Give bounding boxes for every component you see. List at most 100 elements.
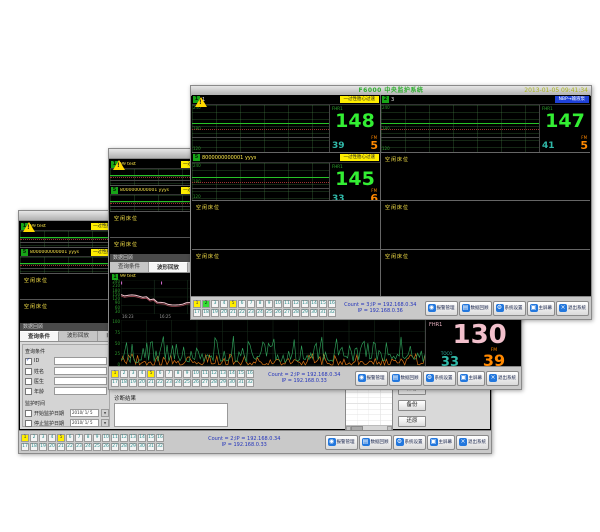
bed-cell-5[interactable]: 5 bbox=[229, 300, 237, 308]
toolbar-button-alarm[interactable]: ◉报警管理 bbox=[325, 435, 358, 450]
bed-cell-10[interactable]: 10 bbox=[192, 370, 200, 378]
bed-cell-8[interactable]: 8 bbox=[256, 300, 264, 308]
toolbar-button-alarm[interactable]: ◉报警管理 bbox=[355, 371, 388, 386]
bed-cell-23[interactable]: 23 bbox=[75, 443, 83, 451]
alarm-chip[interactable]: 一过性胎心过速 bbox=[340, 154, 380, 161]
bed-cell-28[interactable]: 28 bbox=[210, 379, 218, 387]
toolbar-button-review[interactable]: ▤数据回顾 bbox=[459, 301, 492, 316]
bed-cell-15[interactable]: 15 bbox=[319, 300, 327, 308]
bed-cell-10[interactable]: 10 bbox=[274, 300, 282, 308]
bed-cell-17[interactable]: 17 bbox=[21, 443, 29, 451]
bed-cell-6[interactable]: 6 bbox=[156, 370, 164, 378]
alarm-chip[interactable]: 一过性胎心过速 bbox=[340, 96, 380, 103]
bed-cell-3[interactable]: 3 bbox=[129, 370, 137, 378]
age-checkbox[interactable] bbox=[25, 388, 32, 395]
bed-cell-30[interactable]: 30 bbox=[228, 379, 236, 387]
toolbar-button-exit[interactable]: ×退出系统 bbox=[456, 435, 489, 450]
bed-cell-27[interactable]: 27 bbox=[283, 309, 291, 317]
bed-cell-13[interactable]: 13 bbox=[301, 300, 309, 308]
tab-waveform-playback[interactable]: 波形回放 bbox=[149, 262, 188, 272]
doctor-checkbox[interactable] bbox=[25, 378, 32, 385]
bed-cell-20[interactable]: 20 bbox=[220, 309, 228, 317]
bed-cell-30[interactable]: 30 bbox=[310, 309, 318, 317]
bed-cell-8[interactable]: 8 bbox=[84, 434, 92, 442]
bed-cell-1[interactable]: 1 bbox=[111, 370, 119, 378]
name-checkbox[interactable] bbox=[25, 368, 32, 375]
toolbar-button-exit[interactable]: ×退出系统 bbox=[556, 301, 589, 316]
bed-cell-5[interactable]: 5 bbox=[147, 370, 155, 378]
bed-cell-29[interactable]: 29 bbox=[301, 309, 309, 317]
bed-cell-17[interactable]: 17 bbox=[193, 309, 201, 317]
bed-cell-1[interactable]: 1 bbox=[21, 434, 29, 442]
bed-cell-32[interactable]: 32 bbox=[328, 309, 336, 317]
bed-cell-18[interactable]: 18 bbox=[202, 309, 210, 317]
toolbar-button-alarm[interactable]: ◉报警管理 bbox=[425, 301, 458, 316]
bed-cell-13[interactable]: 13 bbox=[129, 434, 137, 442]
toolbar-button-screen[interactable]: ▣主屏幕 bbox=[457, 371, 486, 386]
bed-cell-4[interactable]: 4 bbox=[138, 370, 146, 378]
bed-cell-3[interactable]: 3 bbox=[211, 300, 219, 308]
bed-cell-31[interactable]: 31 bbox=[147, 443, 155, 451]
bed-cell-18[interactable]: 18 bbox=[30, 443, 38, 451]
bed-cell-2[interactable]: 2 bbox=[30, 434, 38, 442]
bed-cell-11[interactable]: 11 bbox=[201, 370, 209, 378]
bed-cell-26[interactable]: 26 bbox=[274, 309, 282, 317]
stop-date-input[interactable]: 2010/ 1/ 5 bbox=[70, 419, 99, 427]
bed-cell-25[interactable]: 25 bbox=[93, 443, 101, 451]
bed-cell-5[interactable]: 5 bbox=[57, 434, 65, 442]
bed-cell-10[interactable]: 10 bbox=[102, 434, 110, 442]
bed-cell-27[interactable]: 27 bbox=[111, 443, 119, 451]
bed-cell-21[interactable]: 21 bbox=[147, 379, 155, 387]
bed-cell-27[interactable]: 27 bbox=[201, 379, 209, 387]
bed-cell-26[interactable]: 26 bbox=[192, 379, 200, 387]
bed-cell-24[interactable]: 24 bbox=[84, 443, 92, 451]
bed-panel[interactable]: 2 3 NBP→输液泵 240180120 FHR1 147 41 FM bbox=[381, 95, 590, 152]
bed-cell-17[interactable]: 17 bbox=[111, 379, 119, 387]
bed-cell-32[interactable]: 32 bbox=[246, 379, 254, 387]
bed-cell-31[interactable]: 31 bbox=[237, 379, 245, 387]
bed-cell-15[interactable]: 15 bbox=[237, 370, 245, 378]
bed-cell-12[interactable]: 12 bbox=[120, 434, 128, 442]
bed-cell-16[interactable]: 16 bbox=[246, 370, 254, 378]
bed-cell-23[interactable]: 23 bbox=[165, 379, 173, 387]
bed-cell-14[interactable]: 14 bbox=[138, 434, 146, 442]
bed-cell-24[interactable]: 24 bbox=[256, 309, 264, 317]
bed-cell-2[interactable]: 2 bbox=[120, 370, 128, 378]
alarm-chip[interactable]: 一过性胎心过速 bbox=[91, 223, 109, 230]
bed-panel[interactable]: 5 8000000000001 yyys 一过性胎心过速 bbox=[20, 248, 110, 273]
bed-cell-4[interactable]: 4 bbox=[220, 300, 228, 308]
bed-cell-7[interactable]: 7 bbox=[165, 370, 173, 378]
bed-cell-29[interactable]: 29 bbox=[219, 379, 227, 387]
bed-cell-23[interactable]: 23 bbox=[247, 309, 255, 317]
bed-cell-18[interactable]: 18 bbox=[120, 379, 128, 387]
bed-cell-19[interactable]: 19 bbox=[211, 309, 219, 317]
toolbar-button-review[interactable]: ▤数据回顾 bbox=[389, 371, 422, 386]
alarm-chip[interactable]: 一过性胎心过速 bbox=[91, 249, 109, 256]
bed-cell-14[interactable]: 14 bbox=[228, 370, 236, 378]
name-input[interactable] bbox=[54, 367, 107, 375]
bed-panel[interactable]: 5 8000000000001 yyys 一过性胎心过速 240180120 F… bbox=[192, 153, 380, 200]
bed-cell-4[interactable]: 4 bbox=[48, 434, 56, 442]
nbp-status-chip[interactable]: NBP→输液泵 bbox=[555, 96, 589, 103]
tab-query-conditions[interactable]: 查询条件 bbox=[20, 331, 59, 341]
bed-cell-16[interactable]: 16 bbox=[328, 300, 336, 308]
diagnosis-textarea[interactable] bbox=[114, 403, 228, 427]
bed-cell-2[interactable]: 2 bbox=[202, 300, 210, 308]
bed-cell-16[interactable]: 16 bbox=[156, 434, 164, 442]
toolbar-button-review[interactable]: ▤数据回顾 bbox=[359, 435, 392, 450]
bed-cell-28[interactable]: 28 bbox=[120, 443, 128, 451]
bed-cell-6[interactable]: 6 bbox=[238, 300, 246, 308]
bed-cell-19[interactable]: 19 bbox=[129, 379, 137, 387]
bed-cell-19[interactable]: 19 bbox=[39, 443, 47, 451]
bed-cell-3[interactable]: 3 bbox=[39, 434, 47, 442]
toolbar-button-settings[interactable]: ⚙系统设置 bbox=[423, 371, 456, 386]
bed-cell-22[interactable]: 22 bbox=[156, 379, 164, 387]
bed-cell-7[interactable]: 7 bbox=[247, 300, 255, 308]
tab-waveform-playback[interactable]: 波形回放 bbox=[59, 331, 98, 341]
bed-cell-14[interactable]: 14 bbox=[310, 300, 318, 308]
side-button[interactable]: 还原 bbox=[398, 416, 426, 427]
bed-cell-8[interactable]: 8 bbox=[174, 370, 182, 378]
bed-cell-6[interactable]: 6 bbox=[66, 434, 74, 442]
doctor-input[interactable] bbox=[54, 377, 107, 385]
bed-cell-25[interactable]: 25 bbox=[265, 309, 273, 317]
